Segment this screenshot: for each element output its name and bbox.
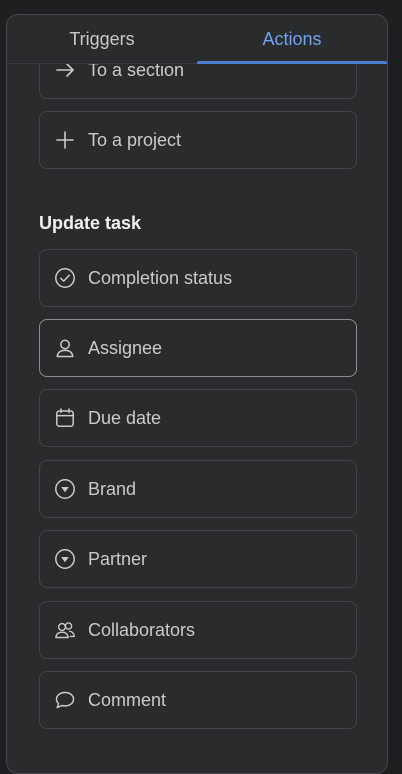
comment-icon [54, 689, 76, 711]
check-circle-icon [54, 267, 76, 289]
action-label: Brand [88, 478, 137, 499]
dropdown-circle-icon [54, 478, 76, 500]
rules-panel: To a section To a project Update task Co… [6, 14, 388, 774]
action-label: Comment [88, 689, 167, 710]
dropdown-circle-icon [54, 548, 76, 570]
action-comment[interactable]: Comment [39, 671, 357, 729]
action-to-project[interactable]: To a project [39, 111, 357, 169]
action-label: Collaborators [88, 619, 196, 640]
calendar-icon [54, 407, 76, 429]
action-assignee[interactable]: Assignee [39, 319, 357, 377]
tab-triggers-label: Triggers [69, 28, 135, 49]
action-label: To a project [88, 129, 182, 150]
tab-triggers[interactable]: Triggers [7, 15, 197, 63]
action-label: Partner [88, 548, 148, 569]
action-label: Assignee [88, 337, 163, 358]
tab-actions-label: Actions [262, 28, 322, 49]
action-due-date[interactable]: Due date [39, 389, 357, 447]
tab-actions[interactable]: Actions [197, 15, 387, 64]
people-icon [54, 619, 76, 641]
action-partner[interactable]: Partner [39, 530, 357, 588]
panel-content: To a section To a project Update task Co… [7, 15, 387, 773]
person-icon [54, 337, 76, 359]
plus-icon [54, 129, 76, 151]
active-tab-indicator [197, 61, 387, 64]
action-label: Completion status [88, 267, 233, 288]
action-brand[interactable]: Brand [39, 460, 357, 518]
action-label: Due date [88, 407, 162, 428]
tab-bar: Triggers Actions [7, 15, 387, 64]
action-completion-status[interactable]: Completion status [39, 249, 357, 307]
update-task-heading: Update task [39, 213, 142, 233]
action-collaborators[interactable]: Collaborators [39, 601, 357, 659]
